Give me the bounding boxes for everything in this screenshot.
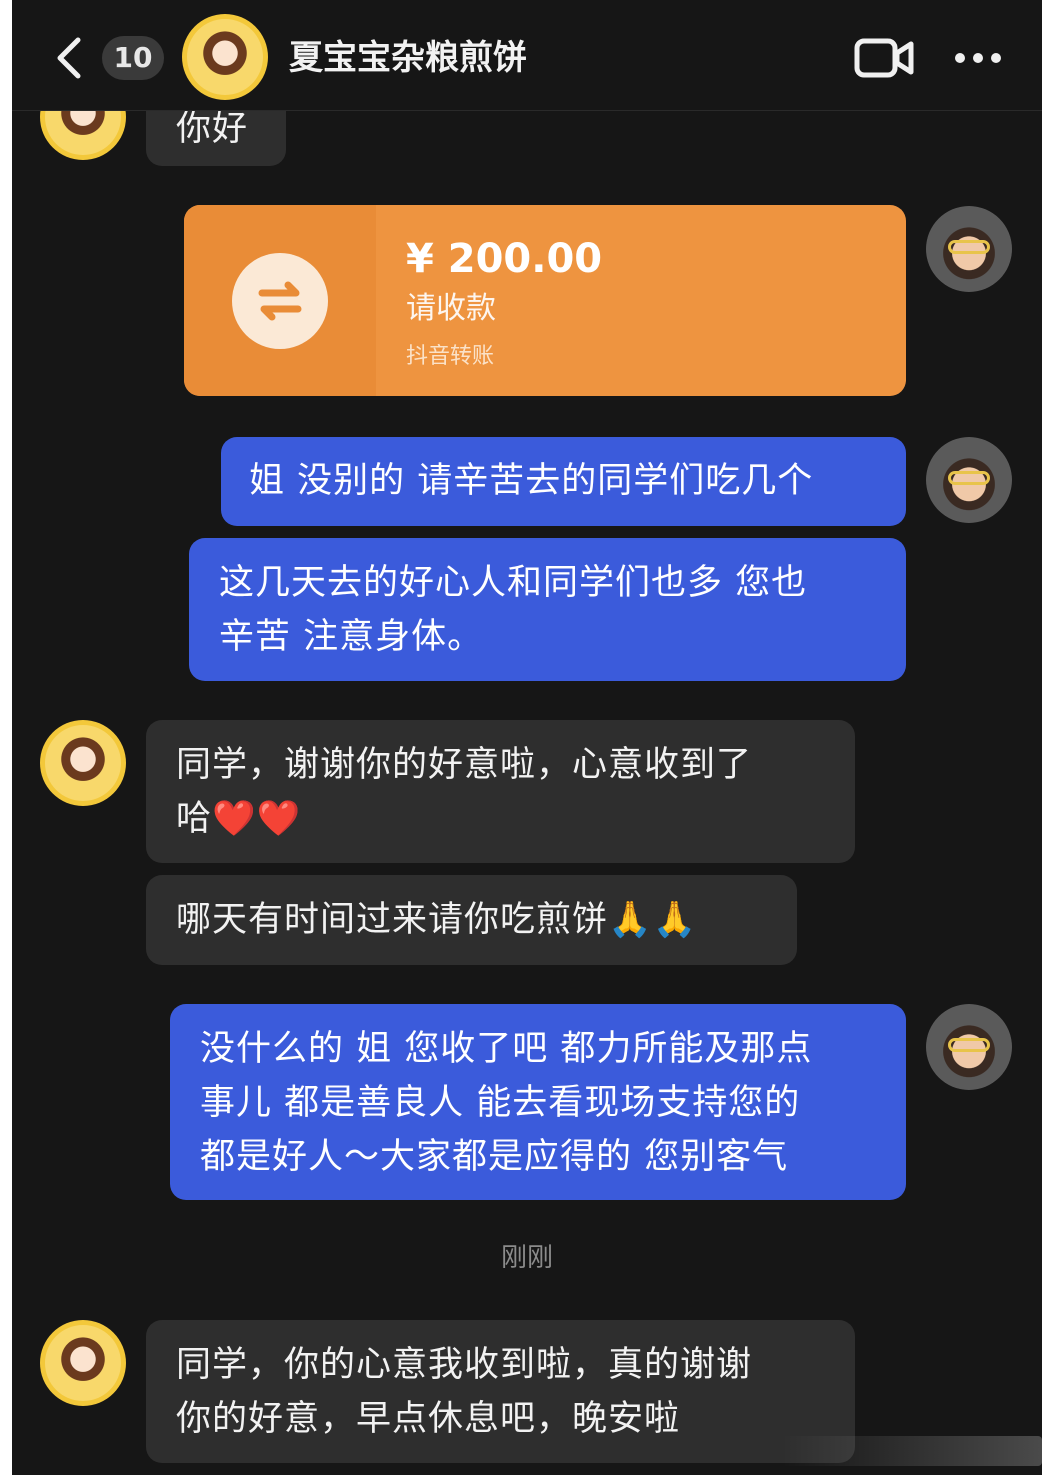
message-text-line: 辛苦 注意身体。	[219, 617, 484, 657]
message-bubble-outgoing[interactable]: 没什么的 姐 您收了吧 都力所能及那点 事儿 都是善良人 能去看现场支持您的 都…	[170, 1004, 906, 1200]
message-bubble-incoming[interactable]: 哪天有时间过来请你吃煎饼🙏🙏	[146, 875, 797, 965]
message-text-line: 这几天去的好心人和同学们也多 您也	[219, 563, 808, 603]
message-text-line: 事儿 都是善良人 能去看现场支持您的	[200, 1083, 801, 1123]
message-text-line: 都是好人～大家都是应得的 您别客气	[200, 1137, 789, 1177]
message-timestamp: 刚刚	[500, 1243, 553, 1273]
chat-screen: 10 夏宝宝杂粮煎饼 你好 ¥ 200.00 请收款 抖音转账 姐 没别的 请辛…	[12, 0, 1042, 1475]
watermark	[782, 1436, 1042, 1466]
more-dots-icon	[955, 53, 1001, 63]
contact-name[interactable]: 夏宝宝杂粮煎饼	[289, 34, 527, 82]
message-bubble-outgoing[interactable]: 姐 没别的 请辛苦去的同学们吃几个	[221, 437, 906, 526]
transfer-card[interactable]: ¥ 200.00 请收款 抖音转账	[184, 205, 906, 396]
chat-header: 10 夏宝宝杂粮煎饼	[12, 0, 1042, 111]
message-text-line: 你的好意，早点休息吧，晚安啦	[176, 1399, 681, 1439]
message-bubble-outgoing[interactable]: 这几天去的好心人和同学们也多 您也 辛苦 注意身体。	[189, 538, 906, 681]
my-avatar[interactable]	[926, 1004, 1012, 1090]
message-bubble-incoming[interactable]: 同学，你的心意我收到啦，真的谢谢 你的好意，早点休息吧，晚安啦	[146, 1320, 855, 1463]
transfer-icon-area	[184, 205, 376, 396]
message-text-line: 没什么的 姐 您收了吧 都力所能及那点	[200, 1029, 813, 1069]
contact-avatar[interactable]	[182, 14, 268, 100]
back-button[interactable]	[50, 36, 90, 80]
message-bubble-incoming[interactable]: 同学，谢谢你的好意啦，心意收到了 哈❤️❤️	[146, 720, 855, 863]
transfer-amount: ¥ 200.00	[406, 236, 603, 282]
my-avatar[interactable]	[926, 206, 1012, 292]
message-text-line: 同学，你的心意我收到啦，真的谢谢	[176, 1345, 753, 1385]
contact-avatar[interactable]	[40, 1320, 126, 1406]
message-text-line: 哈❤️❤️	[176, 799, 302, 839]
video-camera-icon	[854, 38, 914, 78]
video-call-button[interactable]	[854, 36, 914, 80]
my-avatar[interactable]	[926, 437, 1012, 523]
message-text: 姐 没别的 请辛苦去的同学们吃几个	[249, 461, 814, 501]
transfer-arrows-icon	[232, 253, 328, 349]
chevron-left-icon	[57, 37, 81, 79]
more-options-button[interactable]	[952, 40, 1004, 76]
unread-count-badge[interactable]: 10	[102, 36, 164, 80]
transfer-label: 请收款	[406, 291, 496, 326]
transfer-source: 抖音转账	[406, 344, 495, 369]
message-text: 你好	[176, 109, 249, 149]
message-text: 哪天有时间过来请你吃煎饼🙏🙏	[176, 900, 698, 940]
message-text-line: 同学，谢谢你的好意啦，心意收到了	[176, 745, 753, 785]
contact-avatar[interactable]	[40, 720, 126, 806]
